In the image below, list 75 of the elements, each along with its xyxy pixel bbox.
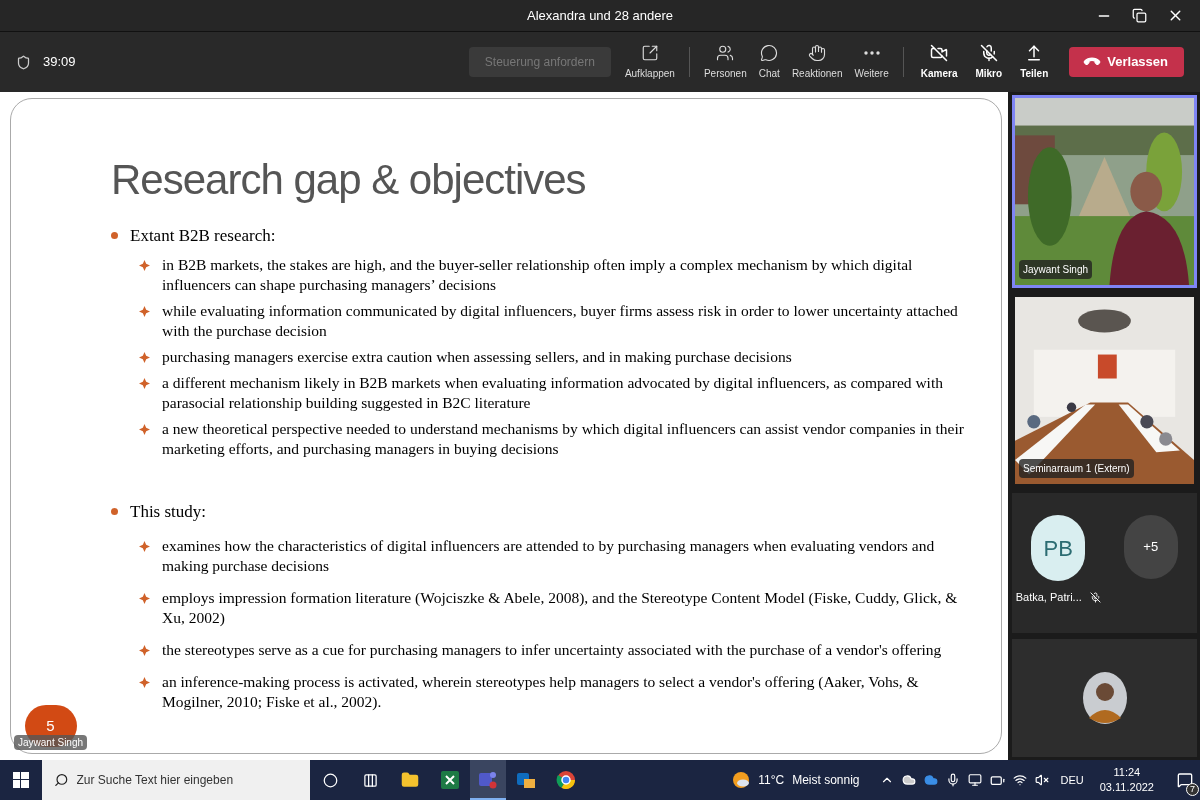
toolbar-button[interactable]: Aufklappen [618,43,681,81]
bullet-text: an inference-making process is activated, wherein stereotypes help managers to select a vendor's offering (Aaker, Vohs, & Mogilner, 2010; Fiske et al., 2002). [162,672,920,712]
slide-title: Research gap & objectives [111,159,587,201]
more-icon [863,50,880,55]
spreadsheet-app-icon[interactable] [441,771,459,789]
bullet-text: examines how the characteristics of digital influencers are attended to by purchasing managers when evaluating vendors and making purchase decisions [162,536,936,576]
toolbar-button[interactable]: Mikro [966,43,1012,81]
weather-temperature: 11°C [758,772,785,789]
more-participants-button[interactable]: +5 [1123,515,1178,579]
participant-name: Batka, Patri... [1015,590,1082,605]
toolbar-button[interactable]: Personen [697,43,753,81]
browser-app-icon[interactable] [556,770,576,790]
search-field[interactable]: Zur Suche Text hier eingeben [76,771,298,789]
leave-button[interactable]: Verlassen [1069,47,1184,77]
expand-icon [640,43,659,62]
bullet-icon [111,232,118,240]
bullet-text: employs impression formation literature (Wojciszke & Abele, 2008), and the Stereotype Content Model (Fiske, Cuddy, Glick, & Xu, 2002) [162,588,959,628]
task-view-icon[interactable] [362,772,378,788]
diamond-bullet-icon [139,351,150,363]
video-tile[interactable]: Seminarraum 1 (Extern) [1012,294,1197,487]
diamond-bullet-icon [139,677,150,688]
chat-icon [760,43,779,62]
participant-name: Seminarraum 1 (Extern) [1019,459,1134,478]
speaker-muted-icon[interactable] [1034,773,1049,787]
search-icon [54,772,69,788]
diamond-bullet-icon [139,593,150,604]
diamond-bullet-icon [139,377,150,389]
bullet-icon [111,507,118,515]
diamond-bullet-icon [139,541,150,552]
bullet-text: a new theoretical perspective needed to understand mechanisms by which digital influencers can assist vendor companies in their marketing efforts, and purchasing managers in buying decisions [162,418,965,459]
hand-icon [808,43,827,62]
bullet-heading: Extant B2B research: [130,225,276,247]
bullet-text: in B2B markets, the stakes are high, and the buyer-seller relationship often imply a complex mechanism by which digital influencers can shape purchasing managers’ decisions [162,254,914,295]
reaction-name-label: Jaywant Singh [14,735,88,750]
toolbar-button[interactable]: Weitere [848,43,895,81]
weather-condition: Meist sonnig [792,772,860,789]
weather-sun-icon [732,771,751,789]
meeting-timer: 39:09 [43,53,76,72]
mic-off-icon [979,43,998,62]
microphone-icon[interactable] [945,773,960,787]
notifications-icon[interactable] [1177,772,1193,788]
mail-app-icon[interactable] [516,770,536,790]
toolbar-button[interactable]: Chat [752,43,786,81]
bullet-text: a different mechanism likely in B2B markets when evaluating information advocated by digital influencers, as compared with parasocial relationship building suggested in B2C literature [162,372,944,413]
window-title: Alexandra und 28 andere [527,6,673,25]
notification-count-badge: 7 [1186,783,1199,796]
shield-icon [16,54,31,70]
cloud-icon[interactable] [901,773,916,787]
diamond-bullet-icon [139,259,150,271]
people-icon [716,43,735,62]
video-tile[interactable]: Jaywant Singh [1012,95,1197,288]
toolbar-button[interactable]: Reaktionen [785,43,849,81]
toolbar-button[interactable]: Teilen [1011,43,1058,81]
diamond-bullet-icon [139,645,150,656]
maximize-icon[interactable] [1132,8,1147,23]
input-language[interactable]: DEU [1060,771,1084,789]
diamond-bullet-icon [139,423,150,435]
avatar-initials: PB [1031,515,1086,581]
bullet-text: purchasing managers exercise extra caution when assessing sellers, and in making purchase decisions [162,346,792,367]
clock-time[interactable]: 11:24 [1113,765,1141,780]
wifi-icon[interactable] [1012,773,1027,787]
avatar-silhouette-icon [1082,672,1127,724]
windows-start-icon[interactable] [13,772,29,788]
cortana-icon[interactable] [322,772,338,788]
bullet-text: while evaluating information communicated by digital influencers, buyer firms assess risk in order to lower uncertainty attached with the purchase decision [162,300,959,341]
bullet-heading: This study: [130,500,207,523]
folder-icon[interactable] [401,771,419,789]
diamond-bullet-icon [139,305,150,317]
search-box[interactable]: Zur Suche Text hier eingeben [42,760,310,800]
clock-date[interactable]: 03.11.2022 [1099,780,1154,795]
display-icon[interactable] [967,773,982,787]
toolbar-button[interactable]: Kamera [911,43,967,81]
bullet-text: the stereotypes serve as a cue for purchasing managers to infer uncertainty associated with the purchase of a vendor's offering [162,640,942,660]
camera-off-icon [930,43,949,62]
participant-name: Jaywant Singh [1019,260,1093,279]
